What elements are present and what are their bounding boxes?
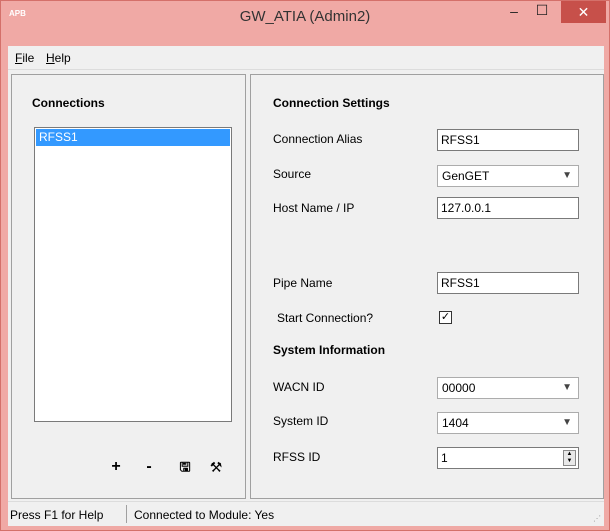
rfss-id-value: 1 (441, 451, 448, 465)
host-field[interactable]: 127.0.0.1 (437, 197, 579, 219)
list-item[interactable]: RFSS1 (36, 129, 230, 146)
resize-grip-icon[interactable]: ⋰ (593, 514, 601, 523)
status-divider (126, 505, 127, 523)
menu-bar: File Help (8, 46, 604, 70)
status-connection-text: Connected to Module: Yes (134, 508, 275, 522)
maximize-button[interactable]: ☐ (528, 2, 556, 24)
menu-help[interactable]: Help (46, 51, 71, 65)
system-id-value: 1404 (442, 416, 469, 430)
application-window: APB GW_ATIA (Admin2) – ☐ ✕ File Help Con… (0, 0, 610, 531)
minimize-button[interactable]: – (500, 3, 528, 25)
system-id-label: System ID (273, 414, 329, 428)
status-bar: Press F1 for Help Connected to Module: Y… (8, 501, 604, 526)
spinner-arrows-icon[interactable]: ▲ ▼ (563, 450, 576, 466)
title-bar[interactable]: APB GW_ATIA (Admin2) – ☐ ✕ (1, 1, 609, 33)
add-connection-button[interactable]: + (106, 457, 126, 477)
connections-list[interactable]: RFSS1 (34, 127, 232, 422)
connection-settings-title: Connection Settings (273, 96, 390, 110)
rfss-id-label: RFSS ID (273, 450, 321, 464)
menu-file[interactable]: File (15, 51, 34, 65)
chevron-down-icon: ▼ (562, 417, 572, 428)
source-label: Source (273, 167, 312, 181)
source-select[interactable]: GenGET ▼ (437, 165, 579, 187)
rfss-id-stepper[interactable]: 1 ▲ ▼ (437, 447, 579, 469)
menu-help-accel: H (46, 51, 55, 65)
source-value: GenGET (442, 169, 490, 183)
menu-help-label: elp (54, 51, 71, 65)
settings-panel: Connection Settings Connection Alias RFS… (250, 74, 604, 499)
pipe-name-field[interactable]: RFSS1 (437, 272, 579, 294)
host-label: Host Name / IP (273, 201, 355, 215)
wacn-id-label: WACN ID (273, 380, 325, 394)
menu-file-label: ile (22, 51, 35, 65)
close-button[interactable]: ✕ (561, 1, 606, 23)
wacn-id-select[interactable]: 00000 ▼ (437, 377, 579, 399)
start-connection-checkbox[interactable]: ✓ (439, 311, 452, 324)
chevron-down-icon: ▼ (562, 170, 572, 181)
wacn-id-value: 00000 (442, 381, 476, 395)
connections-title: Connections (32, 96, 105, 110)
pipe-name-label: Pipe Name (273, 276, 333, 290)
connections-panel: Connections RFSS1 + - 🖫 ⚒ (11, 74, 246, 499)
remove-connection-button[interactable]: - (139, 457, 159, 477)
connection-alias-label: Connection Alias (273, 132, 363, 146)
chevron-down-icon: ▼ (562, 382, 572, 393)
tools-icon[interactable]: ⚒ (206, 457, 226, 477)
save-icon[interactable]: 🖫 (175, 457, 195, 477)
system-information-title: System Information (273, 343, 386, 357)
status-help-text: Press F1 for Help (10, 508, 104, 522)
system-id-select[interactable]: 1404 ▼ (437, 412, 579, 434)
start-connection-label: Start Connection? (277, 311, 374, 325)
main-area: Connections RFSS1 + - 🖫 ⚒ Connection Set… (8, 70, 604, 501)
connection-alias-field[interactable]: RFSS1 (437, 129, 579, 151)
